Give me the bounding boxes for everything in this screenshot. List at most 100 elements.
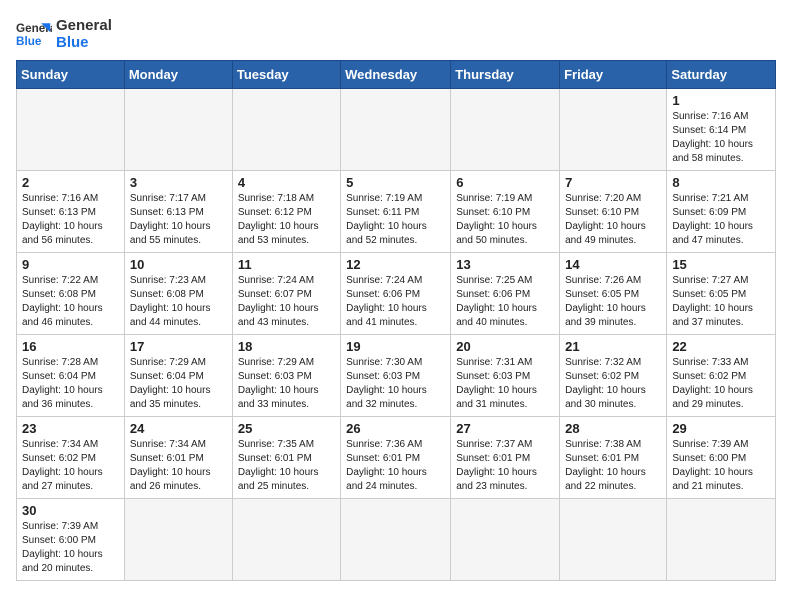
calendar-cell: 12Sunrise: 7:24 AM Sunset: 6:06 PM Dayli… — [341, 253, 451, 335]
day-info: Sunrise: 7:17 AM Sunset: 6:13 PM Dayligh… — [130, 192, 228, 248]
day-info: Sunrise: 7:29 AM Sunset: 6:04 PM Dayligh… — [130, 356, 228, 412]
calendar-cell: 3 Sunrise: 7:17 AM Sunset: 6:13 PM Daylig… — [124, 171, 232, 253]
header-wednesday: Wednesday — [341, 61, 451, 89]
calendar-cell: 1Sunrise: 7:16 AM Sunset: 6:14 PM Daylig… — [667, 89, 776, 171]
calendar-cell — [341, 499, 451, 581]
calendar-cell — [451, 499, 560, 581]
calendar-cell: 13Sunrise: 7:25 AM Sunset: 6:06 PM Dayli… — [451, 253, 560, 335]
calendar-cell — [341, 89, 451, 171]
logo-icon: General Blue — [16, 16, 52, 52]
day-number: 21 — [565, 339, 662, 354]
day-number: 28 — [565, 421, 662, 436]
calendar-cell: 22 Sunrise: 7:33 AM Sunset: 6:02 PM Dayli… — [667, 335, 776, 417]
day-info: Sunrise: 7:30 AM Sunset: 6:03 PM Dayligh… — [346, 356, 446, 412]
day-info: Sunrise: 7:23 AM Sunset: 6:08 PM Dayligh… — [130, 274, 228, 330]
calendar-cell — [124, 89, 232, 171]
day-info: Sunrise: 7:18 AM Sunset: 6:12 PM Dayligh… — [238, 192, 336, 248]
day-number: 23 — [22, 421, 120, 436]
calendar-cell: 10 Sunrise: 7:23 AM Sunset: 6:08 PM Dayli… — [124, 253, 232, 335]
day-number: 6 — [456, 175, 555, 190]
logo-text-blue: Blue — [56, 34, 112, 51]
day-number: 10 — [130, 257, 228, 272]
day-number: 2 — [22, 175, 120, 190]
day-number: 9 — [22, 257, 120, 272]
calendar-week-4: 16 Sunrise: 7:28 AM Sunset: 6:04 PM Dayli… — [17, 335, 776, 417]
day-info: Sunrise: 7:16 AM Sunset: 6:14 PM Dayligh… — [672, 110, 771, 166]
day-info: Sunrise: 7:33 AM Sunset: 6:02 PM Dayligh… — [672, 356, 771, 412]
calendar-cell: 4Sunrise: 7:18 AM Sunset: 6:12 PM Daylig… — [232, 171, 340, 253]
calendar-week-3: 9Sunrise: 7:22 AM Sunset: 6:08 PM Daylig… — [17, 253, 776, 335]
calendar-cell: 24Sunrise: 7:34 AM Sunset: 6:01 PM Dayli… — [124, 417, 232, 499]
day-info: Sunrise: 7:19 AM Sunset: 6:10 PM Dayligh… — [456, 192, 555, 248]
header-friday: Friday — [560, 61, 667, 89]
calendar-cell — [560, 89, 667, 171]
day-number: 8 — [672, 175, 771, 190]
calendar-cell: 2 Sunrise: 7:16 AM Sunset: 6:13 PM Daylig… — [17, 171, 125, 253]
calendar-cell: 16 Sunrise: 7:28 AM Sunset: 6:04 PM Dayli… — [17, 335, 125, 417]
day-number: 11 — [238, 257, 336, 272]
calendar-cell: 26Sunrise: 7:36 AM Sunset: 6:01 PM Dayli… — [341, 417, 451, 499]
calendar-week-6: 30Sunrise: 7:39 AM Sunset: 6:00 PM Dayli… — [17, 499, 776, 581]
day-info: Sunrise: 7:31 AM Sunset: 6:03 PM Dayligh… — [456, 356, 555, 412]
day-info: Sunrise: 7:32 AM Sunset: 6:02 PM Dayligh… — [565, 356, 662, 412]
logo-text-general: General — [56, 17, 112, 34]
calendar-cell: 5Sunrise: 7:19 AM Sunset: 6:11 PM Daylig… — [341, 171, 451, 253]
calendar-cell: 23 Sunrise: 7:34 AM Sunset: 6:02 PM Dayli… — [17, 417, 125, 499]
calendar-cell: 29 Sunrise: 7:39 AM Sunset: 6:00 PM Dayli… — [667, 417, 776, 499]
day-number: 30 — [22, 503, 120, 518]
day-number: 3 — [130, 175, 228, 190]
calendar-cell: 8 Sunrise: 7:21 AM Sunset: 6:09 PM Daylig… — [667, 171, 776, 253]
day-number: 16 — [22, 339, 120, 354]
calendar-cell: 17 Sunrise: 7:29 AM Sunset: 6:04 PM Dayli… — [124, 335, 232, 417]
day-info: Sunrise: 7:21 AM Sunset: 6:09 PM Dayligh… — [672, 192, 771, 248]
day-info: Sunrise: 7:35 AM Sunset: 6:01 PM Dayligh… — [238, 438, 336, 494]
calendar-cell — [124, 499, 232, 581]
day-number: 27 — [456, 421, 555, 436]
day-number: 22 — [672, 339, 771, 354]
calendar-cell: 21 Sunrise: 7:32 AM Sunset: 6:02 PM Dayli… — [560, 335, 667, 417]
day-info: Sunrise: 7:16 AM Sunset: 6:13 PM Dayligh… — [22, 192, 120, 248]
day-number: 5 — [346, 175, 446, 190]
calendar-cell — [17, 89, 125, 171]
header-saturday: Saturday — [667, 61, 776, 89]
calendar-cell — [232, 499, 340, 581]
calendar-cell — [232, 89, 340, 171]
calendar-week-5: 23 Sunrise: 7:34 AM Sunset: 6:02 PM Dayli… — [17, 417, 776, 499]
calendar-cell: 27Sunrise: 7:37 AM Sunset: 6:01 PM Dayli… — [451, 417, 560, 499]
header-monday: Monday — [124, 61, 232, 89]
calendar-cell: 15Sunrise: 7:27 AM Sunset: 6:05 PM Dayli… — [667, 253, 776, 335]
logo: General Blue General Blue — [16, 16, 112, 52]
day-number: 20 — [456, 339, 555, 354]
calendar-cell — [451, 89, 560, 171]
day-info: Sunrise: 7:24 AM Sunset: 6:07 PM Dayligh… — [238, 274, 336, 330]
day-number: 25 — [238, 421, 336, 436]
calendar-cell — [667, 499, 776, 581]
calendar-cell: 9Sunrise: 7:22 AM Sunset: 6:08 PM Daylig… — [17, 253, 125, 335]
day-number: 15 — [672, 257, 771, 272]
page-header: General Blue General Blue — [16, 16, 776, 52]
calendar-table: SundayMondayTuesdayWednesdayThursdayFrid… — [16, 60, 776, 581]
day-info: Sunrise: 7:26 AM Sunset: 6:05 PM Dayligh… — [565, 274, 662, 330]
calendar-week-2: 2 Sunrise: 7:16 AM Sunset: 6:13 PM Daylig… — [17, 171, 776, 253]
day-info: Sunrise: 7:24 AM Sunset: 6:06 PM Dayligh… — [346, 274, 446, 330]
day-info: Sunrise: 7:36 AM Sunset: 6:01 PM Dayligh… — [346, 438, 446, 494]
day-info: Sunrise: 7:34 AM Sunset: 6:02 PM Dayligh… — [22, 438, 120, 494]
day-number: 29 — [672, 421, 771, 436]
day-number: 17 — [130, 339, 228, 354]
day-info: Sunrise: 7:39 AM Sunset: 6:00 PM Dayligh… — [672, 438, 771, 494]
calendar-cell: 6 Sunrise: 7:19 AM Sunset: 6:10 PM Daylig… — [451, 171, 560, 253]
day-number: 14 — [565, 257, 662, 272]
day-info: Sunrise: 7:20 AM Sunset: 6:10 PM Dayligh… — [565, 192, 662, 248]
day-info: Sunrise: 7:28 AM Sunset: 6:04 PM Dayligh… — [22, 356, 120, 412]
calendar-cell: 25 Sunrise: 7:35 AM Sunset: 6:01 PM Dayli… — [232, 417, 340, 499]
header-sunday: Sunday — [17, 61, 125, 89]
calendar-cell: 14 Sunrise: 7:26 AM Sunset: 6:05 PM Dayli… — [560, 253, 667, 335]
calendar-cell: 7 Sunrise: 7:20 AM Sunset: 6:10 PM Daylig… — [560, 171, 667, 253]
day-number: 18 — [238, 339, 336, 354]
calendar-cell: 30Sunrise: 7:39 AM Sunset: 6:00 PM Dayli… — [17, 499, 125, 581]
calendar-cell — [560, 499, 667, 581]
day-number: 7 — [565, 175, 662, 190]
day-info: Sunrise: 7:34 AM Sunset: 6:01 PM Dayligh… — [130, 438, 228, 494]
day-number: 13 — [456, 257, 555, 272]
calendar-cell: 18Sunrise: 7:29 AM Sunset: 6:03 PM Dayli… — [232, 335, 340, 417]
